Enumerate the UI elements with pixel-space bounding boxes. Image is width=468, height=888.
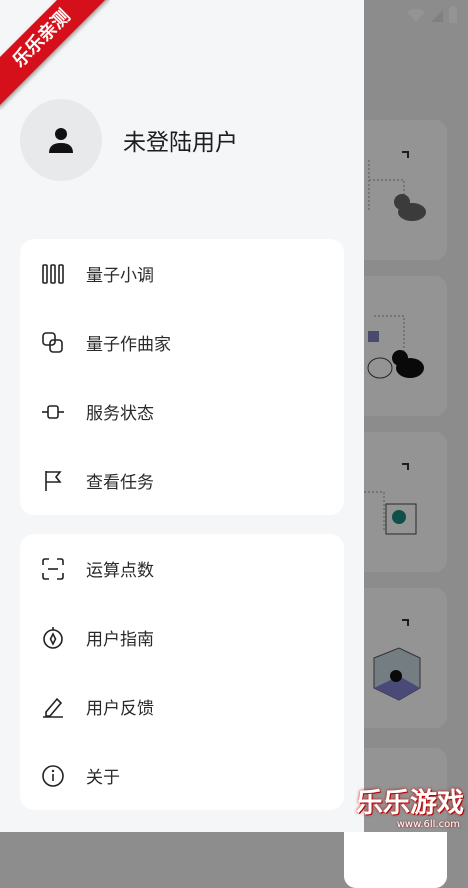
menu-item-compute-points[interactable]: 运算点数: [20, 534, 344, 603]
menu-item-view-tasks[interactable]: 查看任务: [20, 446, 344, 515]
avatar[interactable]: [20, 99, 102, 181]
flag-icon: [42, 470, 64, 492]
menu-item-about[interactable]: 关于: [20, 741, 344, 810]
corner-ribbon: 乐乐亲测: [0, 0, 110, 110]
watermark-url: www.6ll.com: [396, 819, 460, 830]
menu-item-quantum-composer[interactable]: 量子作曲家: [20, 308, 344, 377]
menu-group-primary: 量子小调 量子作曲家 服务状态 查看任务: [20, 239, 344, 515]
status-node-icon: [42, 401, 64, 423]
profile-header[interactable]: 未登陆用户: [20, 99, 238, 181]
menu-label: 服务状态: [86, 404, 154, 424]
profile-name: 未登陆用户: [123, 130, 238, 156]
menu-label: 运算点数: [86, 561, 154, 581]
scan-icon: [42, 557, 64, 580]
overlap-squares-icon: [42, 331, 64, 354]
menu-item-service-status[interactable]: 服务状态: [20, 377, 344, 446]
menu-item-user-feedback[interactable]: 用户反馈: [20, 672, 344, 741]
menu-label: 用户反馈: [86, 699, 154, 719]
menu-label: 用户指南: [86, 630, 154, 650]
ribbon-text: 乐乐亲测: [0, 0, 110, 108]
menu-label: 量子小调: [86, 266, 154, 286]
person-icon: [49, 128, 73, 153]
menu-item-quantum-tune[interactable]: 量子小调: [20, 239, 344, 308]
navigation-drawer: 未登陆用户 量子小调 量子作曲家 服务状态 查看任务 运算点数 用户指南 用户反…: [0, 0, 364, 832]
menu-item-user-guide[interactable]: 用户指南: [20, 603, 344, 672]
info-icon: [42, 764, 64, 787]
menu-label: 查看任务: [86, 473, 154, 493]
bars-icon: [42, 263, 64, 285]
pencil-icon: [42, 696, 64, 718]
menu-label: 量子作曲家: [86, 335, 171, 355]
menu-group-secondary: 运算点数 用户指南 用户反馈 关于: [20, 534, 344, 810]
menu-label: 关于: [86, 768, 120, 788]
compass-icon: [42, 626, 64, 649]
watermark-logo: 乐乐游戏: [356, 788, 464, 819]
